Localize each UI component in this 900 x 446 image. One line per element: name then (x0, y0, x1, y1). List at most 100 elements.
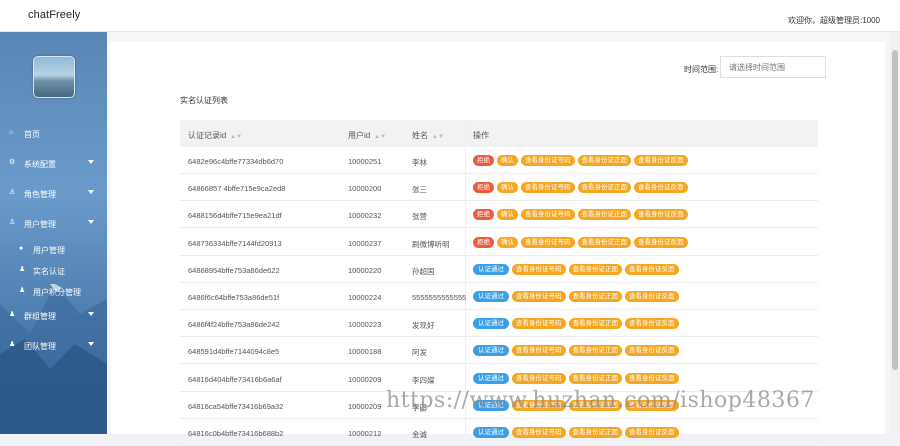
time-range-input[interactable] (720, 56, 826, 78)
view-id-front-button[interactable]: 查看身份证正面 (568, 263, 622, 275)
view-id-front-button[interactable]: 查看身份证正面 (568, 427, 622, 438)
record-id-cell: 64816ca54bffe73416b69a32 (188, 401, 284, 411)
confirm-button[interactable]: 确认 (497, 182, 518, 194)
approved-badge[interactable]: 认证通过 (473, 427, 509, 438)
row-actions: 认证通过 查看身份证号码 查看身份证正面 查看身份证反面 (473, 345, 682, 363)
view-id-back-button[interactable]: 查看身份证反面 (625, 291, 679, 302)
view-id-number-button[interactable]: 查看身份证号码 (521, 182, 575, 194)
table-row: 6486f4f24bffe753a86de242 10000223 发现好 认证通过查… (180, 310, 818, 338)
watermark-text: https://www.huzhan.com/ishop48367 (386, 388, 815, 413)
sort-icon[interactable]: ▲▼ (432, 134, 444, 140)
view-id-back-button[interactable]: 查看身份证反面 (634, 182, 688, 194)
view-id-front-button[interactable]: 查看身份证正面 (568, 291, 622, 302)
sidebar-item-4[interactable]: ● 用户管理 (0, 239, 107, 261)
view-id-front-button[interactable]: 查看身份证正面 (568, 318, 622, 330)
record-id-cell: 6486f4f24bffe753a86de242 (188, 320, 280, 330)
sidebar-item-label: 用户管理 (33, 246, 65, 255)
view-id-number-button[interactable]: 查看身份证号码 (512, 291, 566, 302)
user-icon: ♙ (9, 219, 16, 226)
view-id-front-button[interactable]: 查看身份证正面 (577, 209, 631, 221)
table-row: 6482e96c4bffe77334db6d70 10000251 李林 拒绝 确认 查看… (180, 147, 818, 174)
view-id-back-button[interactable]: 查看身份证反面 (625, 318, 679, 330)
record-id-cell: 64816d404bffe73416b6a6af (188, 374, 282, 384)
row-actions: 认证通过 查看身份证号码 查看身份证正面 查看身份证反面 (473, 263, 682, 282)
row-actions: 拒绝 确认 查看身份证号码 查看身份证正面 查看身份证反面 (473, 182, 691, 200)
header-record-id[interactable]: 认证记录id ▲▼ (188, 130, 242, 141)
sidebar-item-6[interactable]: ♟ 用户积分管理 (0, 281, 107, 303)
reject-button[interactable]: 拒绝 (473, 236, 494, 248)
sort-icon[interactable]: ▲▼ (230, 134, 242, 140)
approved-badge[interactable]: 认证通过 (473, 263, 509, 275)
header-user-id[interactable]: 用户id ▲▼ (348, 130, 386, 141)
confirm-button[interactable]: 确认 (497, 236, 518, 248)
table-row: 64866857 4bffe715e9ca2ed8 10000200 张三 拒绝 确认查… (180, 174, 818, 202)
confirm-button[interactable]: 确认 (497, 209, 518, 221)
view-id-front-button[interactable]: 查看身份证正面 (568, 372, 622, 384)
name-cell: 阿发 (412, 348, 427, 358)
group-icon: ♟ (9, 341, 16, 348)
sidebar-item-label: 首页 (24, 130, 40, 139)
view-id-number-button[interactable]: 查看身份证号码 (512, 318, 566, 330)
reject-button[interactable]: 拒绝 (473, 209, 494, 221)
record-id-cell: 64866857 4bffe715e9ca2ed8 (188, 184, 286, 194)
chevron-down-icon (88, 220, 94, 224)
view-id-front-button[interactable]: 查看身份证正面 (577, 182, 631, 194)
table-row: 6486f6c64bffe753a86de51f 10000224 55555555… (180, 283, 818, 310)
record-id-cell: 6488156d4bffe715e9ea21df (188, 211, 282, 221)
view-id-back-button[interactable]: 查看身份证反面 (634, 236, 688, 248)
view-id-back-button[interactable]: 查看身份证反面 (625, 263, 679, 275)
sidebar-item-label: 群组管理 (24, 312, 56, 321)
name-cell: 李四媒 (412, 375, 435, 385)
approved-badge[interactable]: 认证通过 (473, 291, 509, 302)
view-id-front-button[interactable]: 查看身份证正面 (577, 155, 631, 166)
sidebar-item-label: 团队管理 (24, 342, 56, 351)
view-id-number-button[interactable]: 查看身份证号码 (512, 427, 566, 438)
sidebar-item-label: 系统配置 (24, 160, 56, 169)
group-icon: ♟ (9, 311, 16, 318)
reject-button[interactable]: 拒绝 (473, 182, 494, 194)
sidebar-item-7[interactable]: ♟ 群组管理 (0, 305, 107, 327)
view-id-number-button[interactable]: 查看身份证号码 (521, 209, 575, 221)
user-id-cell: 10000237 (348, 238, 382, 248)
view-id-back-button[interactable]: 查看身份证反面 (625, 372, 679, 384)
sidebar-item-0[interactable]: ⌂ 首页 (0, 123, 107, 145)
sort-icon[interactable]: ▲▼ (374, 134, 386, 140)
confirm-button[interactable]: 确认 (497, 155, 518, 166)
avatar[interactable] (33, 56, 75, 98)
scrollbar[interactable] (890, 32, 900, 434)
table-header: 认证记录id ▲▼ 用户id ▲▼ 姓名 ▲▼ 操作 (180, 120, 818, 147)
view-id-number-button[interactable]: 查看身份证号码 (512, 263, 566, 275)
row-actions: 拒绝 确认 查看身份证号码 查看身份证正面 查看身份证反面 (473, 155, 691, 173)
sidebar-item-label: 角色管理 (24, 190, 56, 199)
view-id-number-button[interactable]: 查看身份证号码 (512, 372, 566, 384)
approved-badge[interactable]: 认证通过 (473, 345, 509, 357)
user-icon: ● (19, 245, 24, 252)
gear-icon: ⚙ (9, 159, 16, 166)
sidebar-item-8[interactable]: ♟ 团队管理 (0, 335, 107, 357)
chevron-down-icon (88, 190, 94, 194)
sidebar-item-1[interactable]: ⚙ 系统配置 (0, 153, 107, 175)
view-id-back-button[interactable]: 查看身份证反面 (625, 427, 679, 438)
sidebar-item-5[interactable]: ♟ 实名认证 (0, 260, 107, 282)
view-id-front-button[interactable]: 查看身份证正面 (568, 345, 622, 357)
view-id-back-button[interactable]: 查看身份证反面 (625, 345, 679, 357)
sidebar-item-2[interactable]: ♙ 角色管理 (0, 183, 107, 205)
view-id-front-button[interactable]: 查看身份证正面 (577, 236, 631, 248)
approved-badge[interactable]: 认证通过 (473, 372, 509, 384)
header-name[interactable]: 姓名 ▲▼ (412, 130, 444, 141)
users-icon: ♟ (19, 287, 26, 294)
view-id-number-button[interactable]: 查看身份证号码 (521, 236, 575, 248)
row-actions: 拒绝 确认 查看身份证号码 查看身份证正面 查看身份证反面 (473, 236, 691, 255)
view-id-number-button[interactable]: 查看身份证号码 (512, 345, 566, 357)
scrollbar-thumb[interactable] (892, 50, 898, 370)
approved-badge[interactable]: 认证通过 (473, 318, 509, 330)
view-id-back-button[interactable]: 查看身份证反面 (634, 155, 688, 166)
record-id-cell: 64868954bffe753a86de622 (188, 265, 280, 275)
view-id-number-button[interactable]: 查看身份证号码 (521, 155, 575, 166)
reject-button[interactable]: 拒绝 (473, 155, 494, 166)
view-id-back-button[interactable]: 查看身份证反面 (634, 209, 688, 221)
name-cell: 5555555555555 (412, 293, 467, 302)
chevron-down-icon (88, 342, 94, 346)
sidebar-item-3[interactable]: ♙ 用户管理 (0, 213, 107, 235)
list-title: 实名认证列表 (180, 96, 228, 105)
